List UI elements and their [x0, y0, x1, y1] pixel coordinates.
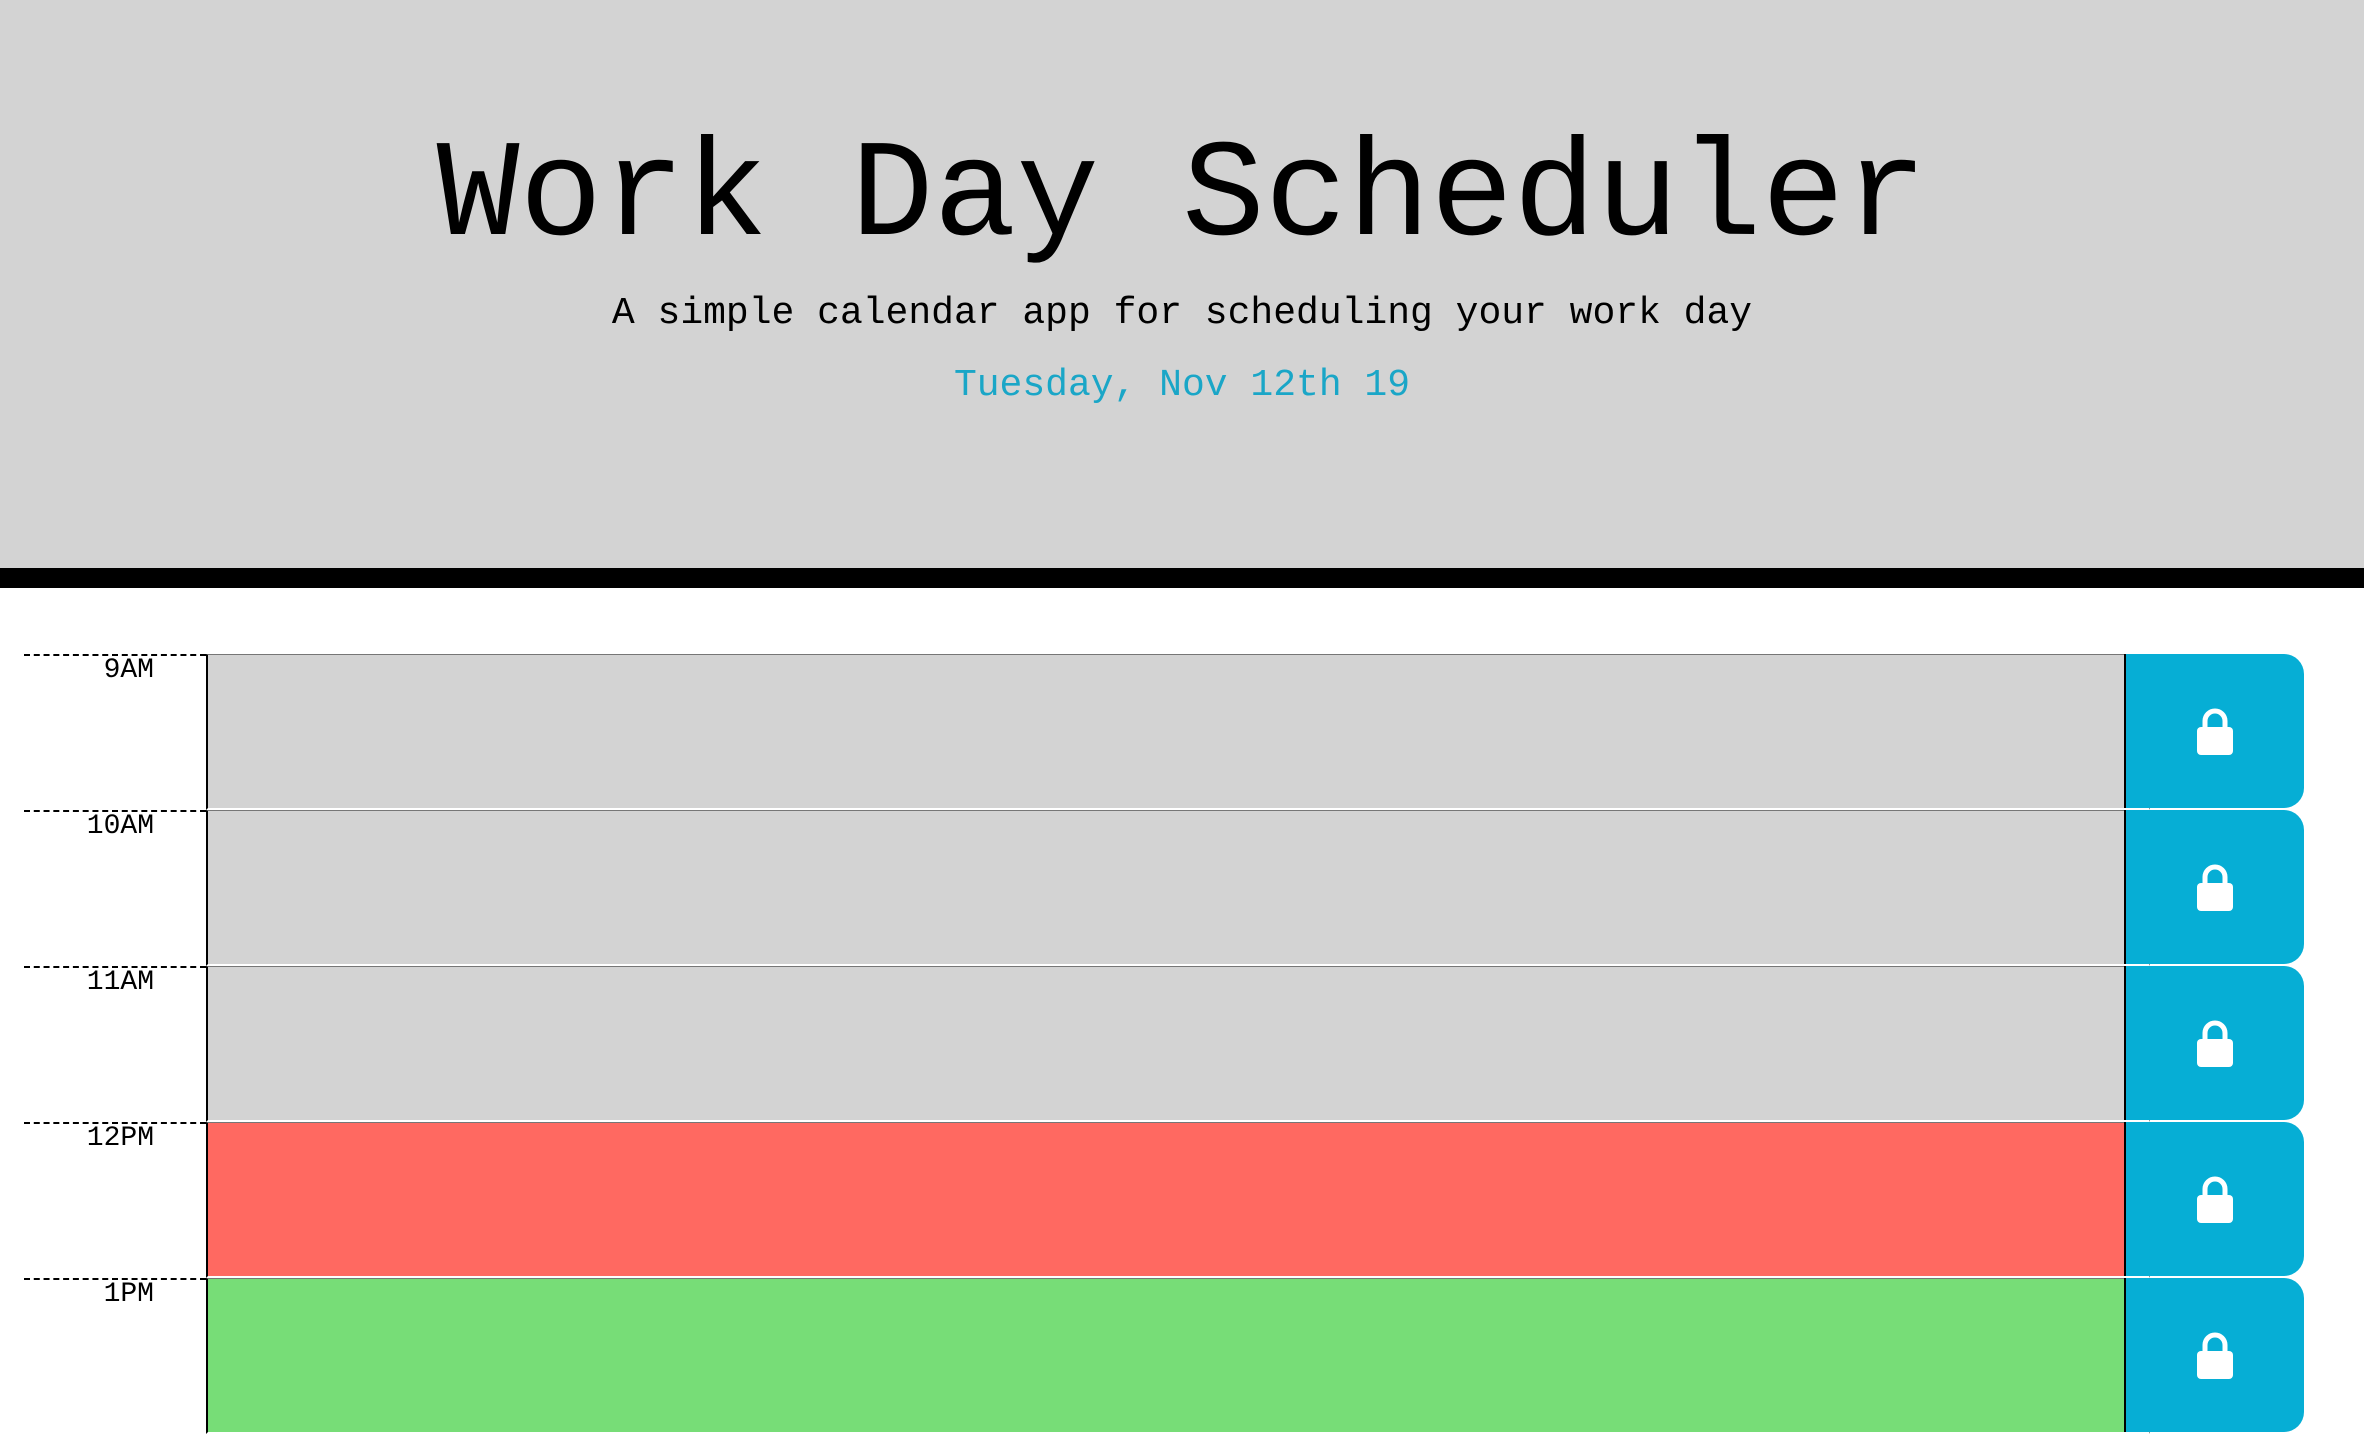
save-button[interactable]: [2124, 810, 2304, 964]
lock-icon: [2195, 863, 2235, 911]
lock-icon: [2195, 1175, 2235, 1223]
time-block-11am: 11AM: [24, 966, 2304, 1122]
hour-label: 9AM: [24, 654, 206, 810]
hour-label: 1PM: [24, 1278, 206, 1434]
time-block-10am: 10AM: [24, 810, 2304, 966]
lock-icon: [2195, 1331, 2235, 1379]
save-button[interactable]: [2124, 1278, 2304, 1432]
hour-label: 10AM: [24, 810, 206, 966]
hour-label: 11AM: [24, 966, 206, 1122]
current-day: Tuesday, Nov 12th 19: [953, 364, 1411, 407]
description-input[interactable]: [206, 810, 2150, 966]
description-input[interactable]: [206, 1122, 2150, 1278]
header-jumbotron: Work Day Scheduler A simple calendar app…: [0, 0, 2364, 588]
description-input[interactable]: [206, 966, 2150, 1122]
save-button[interactable]: [2124, 966, 2304, 1120]
time-block-9am: 9AM: [24, 654, 2304, 810]
time-block-12pm: 12PM: [24, 1122, 2304, 1278]
lock-icon: [2195, 707, 2235, 755]
page-subtitle: A simple calendar app for scheduling you…: [611, 292, 1753, 335]
save-button[interactable]: [2124, 654, 2304, 808]
save-button[interactable]: [2124, 1122, 2304, 1276]
hour-label: 12PM: [24, 1122, 206, 1278]
time-block-1pm: 1PM: [24, 1278, 2304, 1434]
schedule-container: 9AM 10AM 11AM 12PM 1PM: [24, 654, 2304, 1434]
page-title: Work Day Scheduler: [436, 120, 1928, 276]
description-input[interactable]: [206, 1278, 2150, 1434]
lock-icon: [2195, 1019, 2235, 1067]
description-input[interactable]: [206, 654, 2150, 810]
